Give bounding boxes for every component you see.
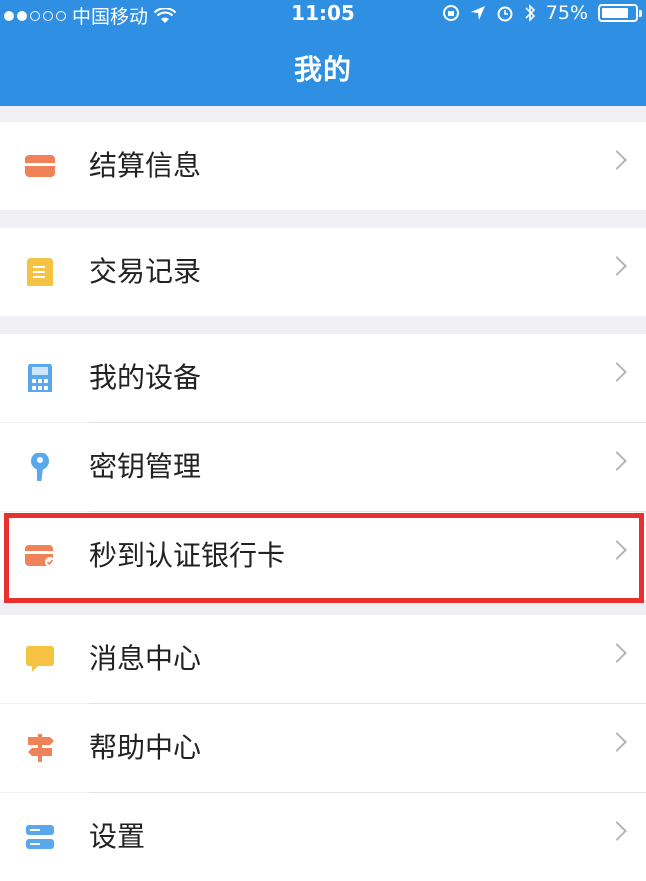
menu-item-label: 交易记录 <box>89 255 202 288</box>
signpost-icon <box>28 734 54 762</box>
menu-item-label: 密钥管理 <box>89 450 202 483</box>
alarm-clock-icon <box>497 6 513 22</box>
menu-item-label: 秒到认证银行卡 <box>89 539 286 572</box>
menu-item-verified-bank-card[interactable]: 秒到认证银行卡 <box>0 512 646 600</box>
verified-bank-card-icon <box>25 545 55 567</box>
app-header: 中国移动 11:05 75% 我的 <box>0 0 646 106</box>
menu-item-transaction-records[interactable]: 交易记录 <box>0 228 646 316</box>
chevron-right-icon <box>607 643 627 663</box>
chevron-right-icon <box>607 732 627 752</box>
menu-item-label: 消息中心 <box>89 642 202 675</box>
battery-percent: 75% <box>545 2 588 24</box>
bluetooth-icon <box>525 4 535 22</box>
chevron-right-icon <box>607 150 627 170</box>
calculator-device-icon <box>28 364 52 392</box>
menu-item-message-center[interactable]: 消息中心 <box>0 615 646 703</box>
menu-item-my-devices[interactable]: 我的设备 <box>0 334 646 422</box>
settlement-card-icon <box>25 155 55 177</box>
menu-item-label: 结算信息 <box>89 149 202 182</box>
document-icon <box>27 258 53 286</box>
rotation-lock-icon <box>442 5 459 21</box>
location-arrow-icon <box>470 6 485 20</box>
chevron-right-icon <box>607 256 627 276</box>
settings-bars-icon <box>26 825 54 849</box>
menu-item-settings[interactable]: 设置 <box>0 793 646 881</box>
menu-item-label: 帮助中心 <box>89 731 202 764</box>
status-bar: 中国移动 11:05 75% <box>0 0 646 30</box>
menu-item-label: 设置 <box>89 820 146 853</box>
battery-icon <box>598 4 642 22</box>
menu-item-label: 我的设备 <box>89 361 202 394</box>
page-title: 我的 <box>293 53 352 86</box>
chevron-right-icon <box>607 540 627 560</box>
message-bubble-icon <box>26 646 54 672</box>
chevron-right-icon <box>607 362 627 382</box>
chevron-right-icon <box>607 821 627 841</box>
menu-item-help-center[interactable]: 帮助中心 <box>0 704 646 792</box>
menu-item-key-management[interactable]: 密钥管理 <box>0 423 646 511</box>
menu-item-settlement-info[interactable]: 结算信息 <box>0 122 646 210</box>
chevron-right-icon <box>607 451 627 471</box>
key-icon <box>31 453 49 481</box>
